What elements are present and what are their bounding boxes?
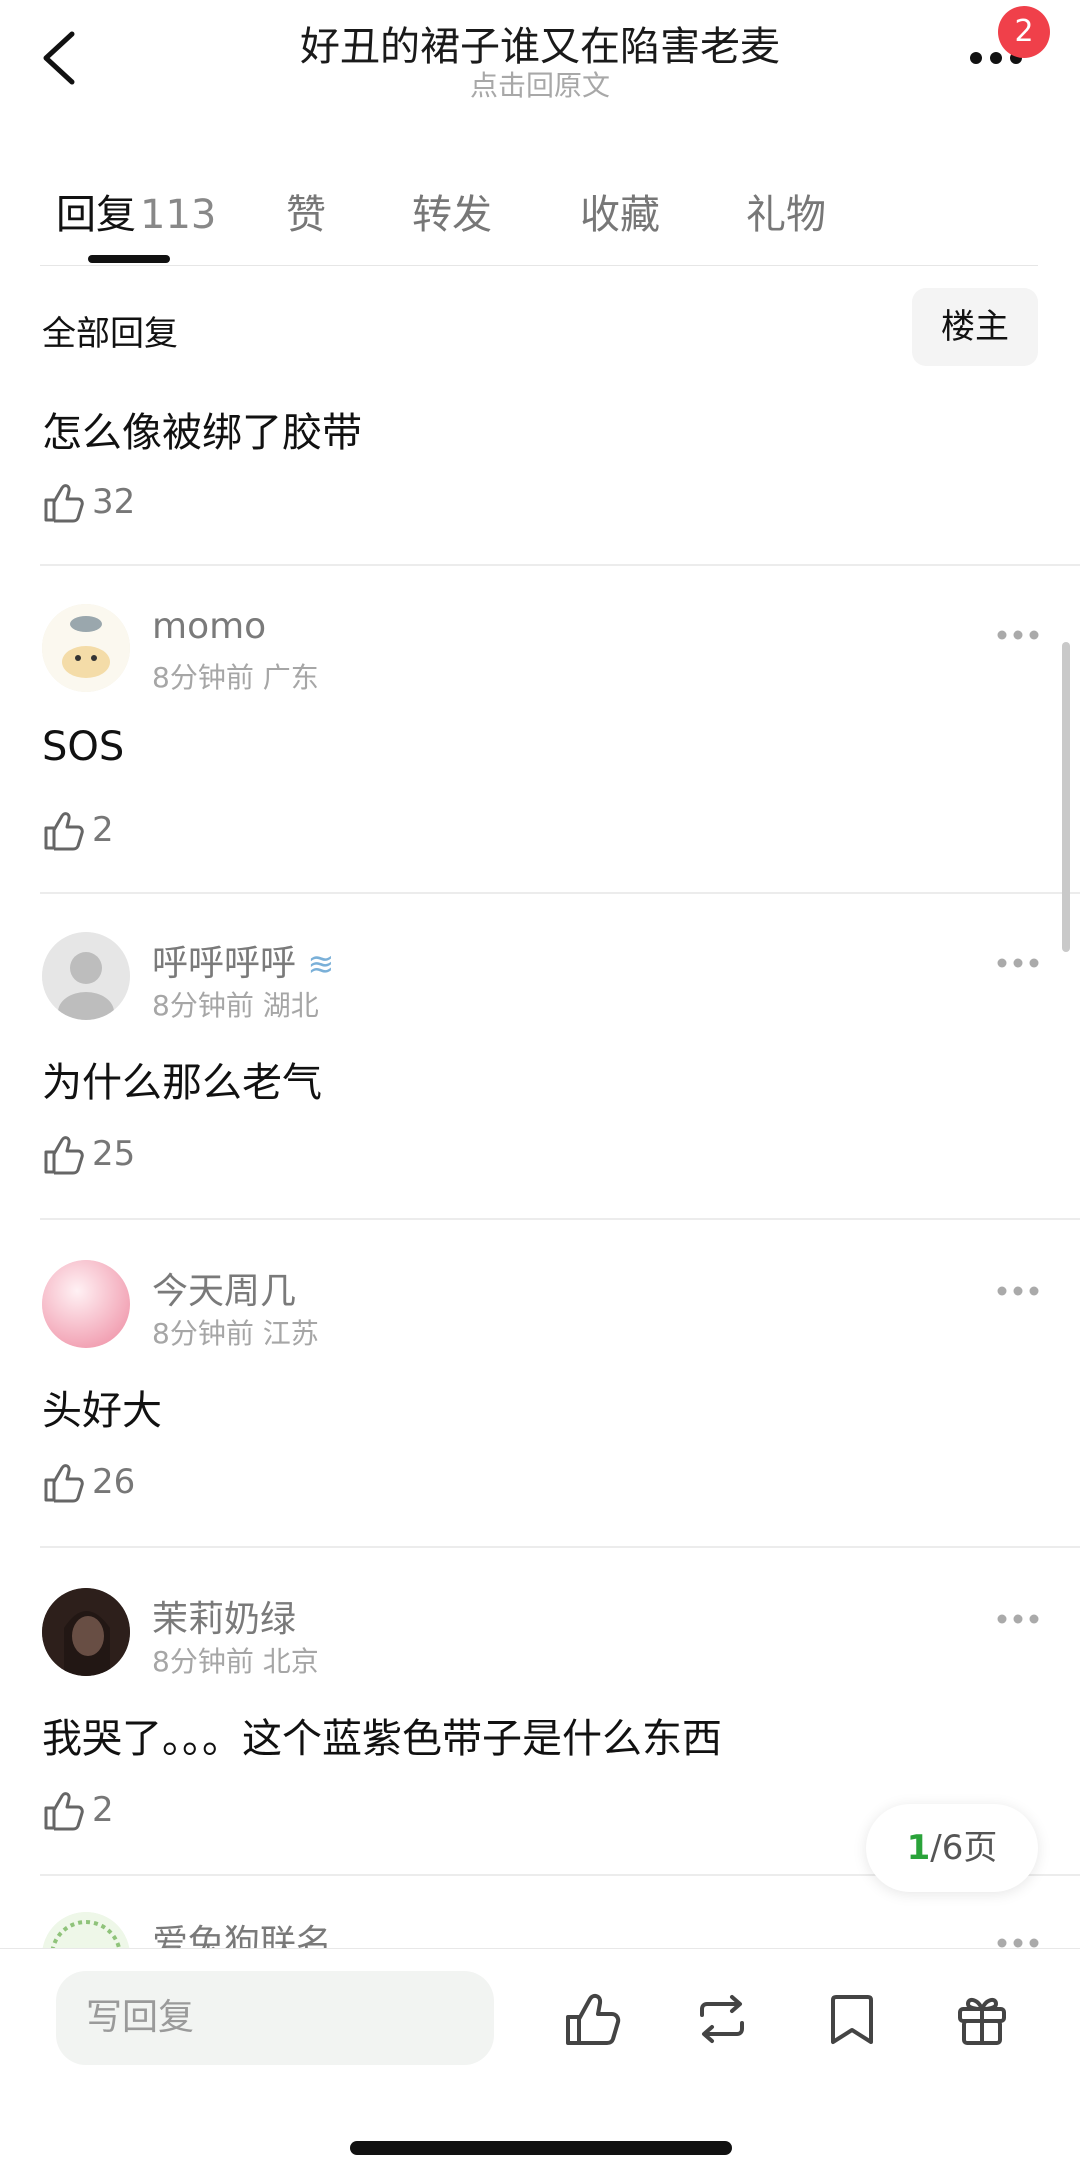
more-options-icon[interactable] (996, 1610, 1040, 1624)
current-page: 1 (906, 1828, 931, 1868)
page-indicator[interactable]: 1/6页 (866, 1804, 1038, 1892)
comment-text: 头好大 (42, 1388, 162, 1434)
tab-count: 113 (140, 192, 217, 238)
avatar[interactable] (42, 604, 130, 692)
comment-location: 北京 (262, 1645, 319, 1678)
tab-favorites[interactable]: 收藏 (580, 182, 660, 240)
like-count: 2 (92, 810, 114, 850)
comment-location: 江苏 (262, 1317, 319, 1350)
like-count: 26 (92, 1462, 136, 1502)
home-indicator (350, 2141, 732, 2155)
thumbs-up-icon (44, 1792, 84, 1831)
divider (40, 892, 1080, 894)
comment-meta: 8分钟前 湖北 (152, 984, 319, 1024)
comment-item: 呼呼呼呼 ≋ 8分钟前 湖北 为什么那么老气 25 (0, 932, 1080, 1212)
thumbs-up-icon (44, 812, 84, 851)
bookmark-icon[interactable] (822, 1989, 882, 2049)
avatar[interactable] (42, 1912, 130, 1952)
like-count: 32 (92, 482, 136, 522)
comment-item: momo 8分钟前 广东 SOS 2 (0, 604, 1080, 884)
avatar[interactable] (42, 932, 130, 1020)
username[interactable]: 茉莉奶绿 (152, 1590, 296, 1642)
thumbs-up-icon (44, 1464, 84, 1503)
username[interactable]: 爱兔狗联名 (152, 1914, 332, 1952)
more-options-icon[interactable] (996, 954, 1040, 968)
more-options-icon[interactable] (996, 626, 1040, 640)
tab-replies[interactable]: 回复 113 (56, 182, 216, 240)
tab-bar: 回复 113 赞 转发 收藏 礼物 (0, 170, 1080, 270)
comment-meta: 8分钟前 北京 (152, 1640, 319, 1680)
tab-likes[interactable]: 赞 (286, 182, 326, 240)
header: 好丑的裙子谁又在陷害老麦 点击回原文 2 (0, 0, 1080, 130)
comment-item: 爱兔狗联名 (0, 1912, 1080, 1952)
repost-icon[interactable] (692, 1989, 752, 2049)
thumbs-up-icon (44, 484, 84, 523)
comment-location: 广东 (262, 661, 319, 694)
username[interactable]: momo (152, 606, 266, 647)
like-icon[interactable] (562, 1989, 622, 2049)
comment-location: 湖北 (262, 989, 319, 1022)
reply-input[interactable]: 写回复 (56, 1971, 494, 2065)
comment-text: 怎么像被绑了胶带 (42, 410, 362, 456)
tab-gifts[interactable]: 礼物 (746, 182, 826, 240)
comment-text: 为什么那么老气 (42, 1060, 322, 1106)
comment-meta: 8分钟前 江苏 (152, 1312, 319, 1352)
comment-item: 怎么像被绑了胶带 32 (0, 392, 1080, 562)
wind-emoji-icon: ≋ (307, 945, 335, 983)
comment-text: SOS (42, 724, 125, 770)
owner-only-button[interactable]: 楼主 (912, 288, 1038, 366)
more-options-icon[interactable] (996, 1282, 1040, 1296)
back-to-original-link[interactable]: 点击回原文 (0, 64, 1080, 104)
like-button[interactable]: 26 (42, 1460, 182, 1504)
all-replies-label: 全部回复 (42, 314, 178, 354)
like-button[interactable]: 25 (42, 1132, 182, 1176)
username[interactable]: 呼呼呼呼 ≋ (152, 934, 334, 986)
tab-label: 回复 (56, 192, 136, 238)
username[interactable]: 今天周几 (152, 1262, 296, 1314)
thumbs-up-icon (44, 1136, 84, 1175)
scrollbar[interactable] (1062, 642, 1070, 952)
comment-text: 我哭了。。。这个蓝紫色带子是什么东西 (42, 1716, 722, 1762)
comment-item: 今天周几 8分钟前 江苏 头好大 26 (0, 1260, 1080, 1540)
like-count: 25 (92, 1134, 136, 1174)
comment-time: 8分钟前 (152, 989, 254, 1022)
comment-time: 8分钟前 (152, 661, 254, 694)
avatar[interactable] (42, 1588, 130, 1676)
bottom-action-bar: 写回复 (0, 1948, 1080, 2180)
divider (40, 265, 1038, 266)
like-button[interactable]: 32 (42, 480, 182, 524)
comment-meta: 8分钟前 广东 (152, 656, 319, 696)
gift-icon[interactable] (952, 1989, 1012, 2049)
username-text: 呼呼呼呼 (152, 943, 297, 984)
like-button[interactable]: 2 (42, 808, 182, 852)
active-tab-indicator (88, 255, 170, 263)
like-button[interactable]: 2 (42, 1788, 182, 1832)
avatar[interactable] (42, 1260, 130, 1348)
divider (40, 1218, 1080, 1220)
notification-badge: 2 (998, 6, 1050, 58)
divider (40, 564, 1080, 566)
tab-reposts[interactable]: 转发 (412, 182, 492, 240)
comment-time: 8分钟前 (152, 1317, 254, 1350)
divider (40, 1546, 1080, 1548)
total-pages: /6页 (930, 1828, 998, 1868)
more-options-icon[interactable] (996, 1934, 1040, 1948)
like-count: 2 (92, 1790, 114, 1830)
comment-time: 8分钟前 (152, 1645, 254, 1678)
